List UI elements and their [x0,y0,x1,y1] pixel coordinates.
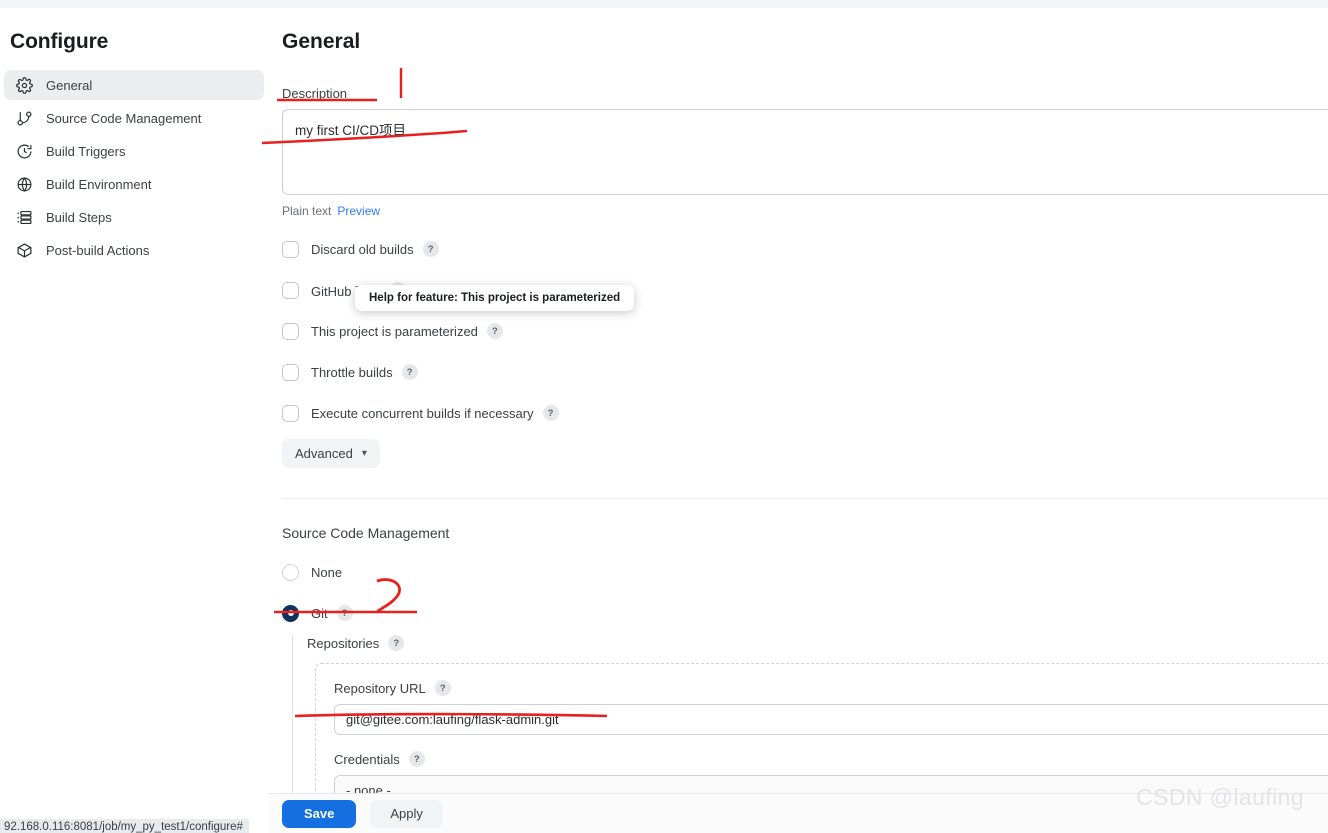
jenkins-configure-page: Configure General Source Code Management… [0,0,1328,833]
sidebar-item-label: Source Code Management [46,110,202,126]
checkbox-throttle-builds[interactable] [282,363,299,381]
radio-label: Git [311,605,328,621]
checkbox-execute-concurrent-builds[interactable] [282,404,299,422]
sidebar-item-label: Build Triggers [46,143,126,159]
description-meta: Plain text Preview [282,204,1328,218]
repositories-label: Repositories [307,635,380,651]
sidebar: Configure General Source Code Management… [0,8,268,833]
top-strip [0,0,1328,8]
help-icon[interactable]: ? [434,680,451,696]
checkbox-label: Throttle builds [311,364,393,380]
help-icon[interactable]: ? [542,405,559,421]
globe-icon [14,174,34,194]
footer-actions: Save Apply [268,793,1328,833]
gear-icon [14,75,34,95]
checkbox-github-project[interactable] [282,281,299,299]
checkbox-row-this-project-is-parameterized[interactable]: This project is parameterized ? [282,321,1328,341]
repositories-row: Repositories ? [307,635,1328,651]
description-textarea[interactable]: my first CI/CD项目 [282,109,1328,195]
help-icon[interactable]: ? [401,364,418,380]
list-icon [14,207,34,227]
chevron-down-icon: ▾ [361,448,367,459]
scm-section-title: Source Code Management [282,525,450,541]
advanced-button[interactable]: Advanced ▾ [282,439,380,468]
advanced-button-label: Advanced [295,446,353,461]
sidebar-item-label: Post-build Actions [46,242,150,258]
checkbox-this-project-is-parameterized[interactable] [282,322,299,340]
sidebar-item-general[interactable]: General [4,70,264,100]
description-label: Description [282,86,348,101]
radio-label: None [311,564,343,580]
sidebar-item-label: Build Steps [46,209,112,225]
checkbox-row-discard-old-builds[interactable]: Discard old builds ? [282,239,1328,259]
apply-button[interactable]: Apply [370,799,443,828]
sidebar-item-source-code-management[interactable]: Source Code Management [4,103,264,133]
credentials-row: Credentials ? [334,751,1328,767]
radio-row-none[interactable]: None [282,562,1328,582]
repository-url-row: Repository URL ? [334,680,1328,696]
checkbox-discard-old-builds[interactable] [282,240,299,258]
sidebar-nav: General Source Code Management Build Tri… [0,70,268,265]
repository-url-label: Repository URL [334,680,426,696]
git-branch-icon [14,108,34,128]
help-icon[interactable]: ? [336,605,353,621]
sidebar-item-post-build-actions[interactable]: Post-build Actions [4,235,264,265]
radio-git[interactable] [282,604,299,622]
checkbox-label: This project is parameterized [311,323,478,339]
sidebar-title: Configure [10,30,109,53]
save-button[interactable]: Save [282,799,357,828]
sidebar-item-build-triggers[interactable]: Build Triggers [4,136,264,166]
help-icon[interactable]: ? [408,751,425,767]
sidebar-item-build-steps[interactable]: Build Steps [4,202,264,232]
clock-icon [14,141,34,161]
preview-link[interactable]: Preview [337,204,380,218]
section-divider [282,498,1328,499]
checkbox-label: Execute concurrent builds if necessary [311,405,534,421]
sidebar-item-label: Build Environment [46,176,152,192]
plain-text-label: Plain text [282,204,332,218]
radio-none[interactable] [282,563,299,581]
status-bar-url: 92.168.0.116:8081/job/my_py_test1/config… [0,819,249,833]
help-icon[interactable]: ? [422,241,439,257]
repository-url-input[interactable]: git@gitee.com:laufing/flask-admin.git [334,704,1328,735]
sidebar-item-build-environment[interactable]: Build Environment [4,169,264,199]
help-icon[interactable]: ? [388,635,405,651]
checkbox-row-throttle-builds[interactable]: Throttle builds ? [282,362,1328,382]
credentials-label: Credentials [334,751,400,767]
help-tooltip: Help for feature: This project is parame… [355,285,635,311]
package-icon [14,240,34,260]
sidebar-item-label: General [46,77,93,93]
checkbox-row-execute-concurrent-builds[interactable]: Execute concurrent builds if necessary ? [282,403,1328,423]
help-icon[interactable]: ? [486,323,503,339]
page-title: General [282,30,361,53]
radio-row-git[interactable]: Git ? [282,603,1328,623]
main-content: General Description my first CI/CD项目 Pla… [268,8,1328,833]
checkbox-label: Discard old builds [311,241,414,257]
